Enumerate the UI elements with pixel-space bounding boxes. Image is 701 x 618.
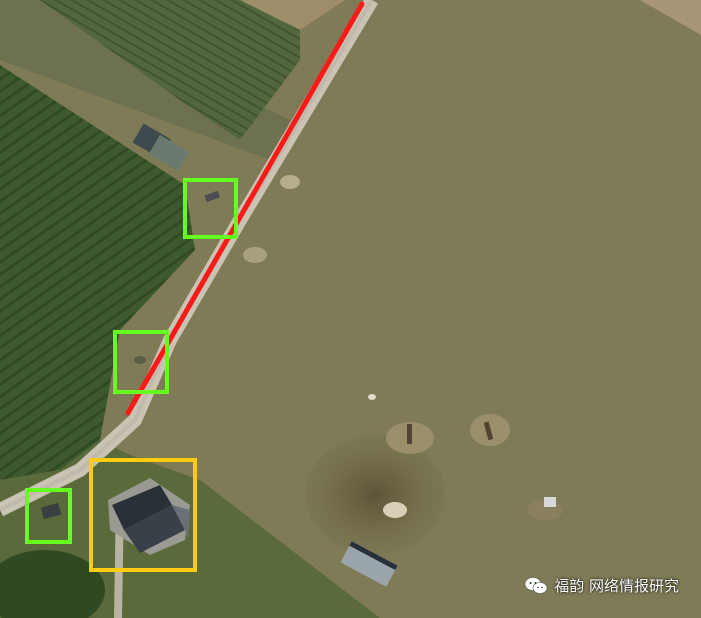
annotation-overlay [25, 1, 365, 572]
vehicle-marker-3[interactable] [25, 488, 72, 544]
route-line [125, 1, 365, 416]
vehicle-marker-1[interactable] [183, 178, 238, 239]
satellite-map[interactable]: 福韵 网络情报研究 [0, 0, 701, 618]
building-marker[interactable] [89, 458, 197, 572]
wechat-icon [524, 576, 548, 594]
watermark: 福韵 网络情报研究 [524, 575, 679, 596]
watermark-text: 福韵 网络情报研究 [554, 577, 679, 595]
